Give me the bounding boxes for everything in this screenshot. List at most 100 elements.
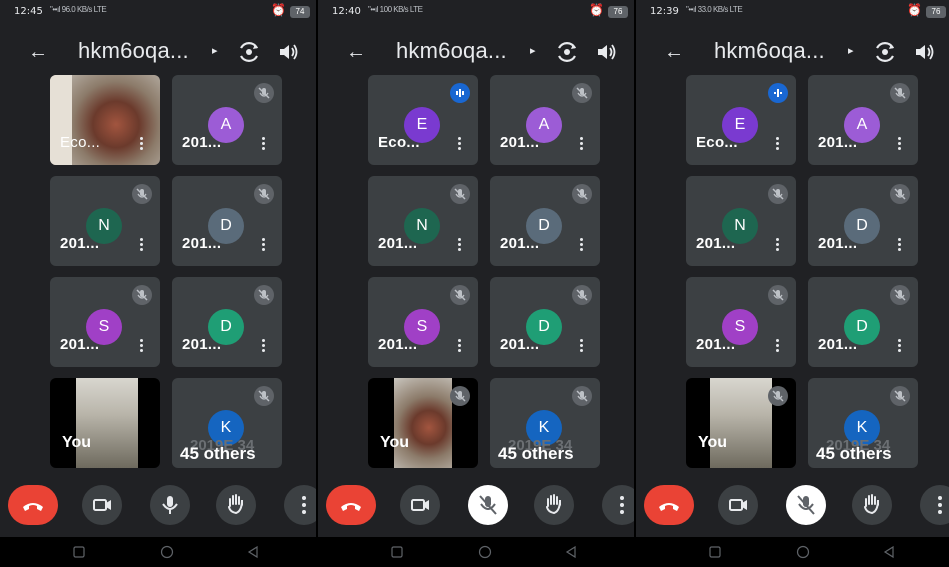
participant-tile[interactable]: A 201...	[172, 75, 282, 165]
camera-button[interactable]	[400, 485, 440, 525]
more-options-icon[interactable]	[896, 337, 902, 357]
recents-icon[interactable]	[708, 545, 722, 559]
chevron-right-icon[interactable]: ▸	[530, 44, 536, 57]
meeting-title[interactable]: hkm6oqa...	[78, 38, 189, 64]
participant-tile[interactable]: N 201...	[368, 176, 478, 266]
more-options-button[interactable]	[920, 485, 949, 525]
self-video-tile[interactable]: You	[368, 378, 478, 468]
back-nav-icon[interactable]	[882, 545, 896, 559]
others-count: 45 others	[180, 444, 256, 463]
more-options-icon[interactable]	[260, 337, 266, 357]
mic-button[interactable]	[786, 485, 826, 525]
more-options-icon[interactable]	[578, 337, 584, 357]
meeting-title[interactable]: hkm6oqa...	[714, 38, 825, 64]
participant-tile[interactable]: S 201...	[686, 277, 796, 367]
meeting-title[interactable]: hkm6oqa...	[396, 38, 507, 64]
more-vert-icon	[620, 496, 624, 514]
participant-tile[interactable]: A 201...	[490, 75, 600, 165]
camera-button[interactable]	[82, 485, 122, 525]
participant-tile[interactable]: D 201...	[490, 277, 600, 367]
back-nav-icon[interactable]	[564, 545, 578, 559]
mic-off-icon	[890, 184, 910, 204]
participant-tile[interactable]: S 201...	[368, 277, 478, 367]
more-options-icon[interactable]	[138, 236, 144, 256]
mic-off-icon	[450, 184, 470, 204]
more-options-icon[interactable]	[896, 236, 902, 256]
self-video-tile[interactable]: You	[686, 378, 796, 468]
chevron-right-icon[interactable]: ▸	[848, 44, 854, 57]
battery-level: 74	[290, 6, 310, 18]
participant-tile[interactable]: D 201...	[808, 176, 918, 266]
more-options-button[interactable]	[602, 485, 634, 525]
more-options-icon[interactable]	[138, 135, 144, 155]
participant-tile[interactable]: A 201...	[808, 75, 918, 165]
more-options-icon[interactable]	[456, 337, 462, 357]
more-options-icon[interactable]	[578, 236, 584, 256]
meeting-header: ← hkm6oqa... ▸	[318, 36, 634, 72]
participant-tile-speaking[interactable]: E Eco...	[686, 75, 796, 165]
home-icon[interactable]	[796, 545, 810, 559]
mic-button[interactable]	[468, 485, 508, 525]
switch-camera-icon[interactable]	[872, 39, 898, 65]
end-call-button[interactable]	[644, 485, 694, 525]
end-call-button[interactable]	[8, 485, 58, 525]
others-tile[interactable]: K 2019E 34 45 others	[808, 378, 918, 468]
more-options-icon[interactable]	[456, 236, 462, 256]
system-nav-bar	[0, 537, 316, 567]
more-options-icon[interactable]	[774, 236, 780, 256]
back-nav-icon[interactable]	[246, 545, 260, 559]
home-icon[interactable]	[160, 545, 174, 559]
more-options-icon[interactable]	[456, 135, 462, 155]
speaker-icon[interactable]	[912, 40, 936, 64]
more-options-icon[interactable]	[260, 135, 266, 155]
home-icon[interactable]	[478, 545, 492, 559]
more-vert-icon	[302, 496, 306, 514]
mic-icon	[162, 496, 178, 514]
participant-tile[interactable]: D 201...	[172, 176, 282, 266]
more-options-icon[interactable]	[774, 337, 780, 357]
status-time: 12:40	[332, 6, 361, 17]
chevron-right-icon[interactable]: ▸	[212, 44, 218, 57]
mic-button[interactable]	[150, 485, 190, 525]
participant-tile[interactable]: S 201...	[50, 277, 160, 367]
hand-icon	[228, 494, 243, 515]
more-options-icon[interactable]	[774, 135, 780, 155]
end-call-button[interactable]	[326, 485, 376, 525]
participant-name: 201...	[378, 235, 418, 252]
speaker-icon[interactable]	[594, 40, 618, 64]
recents-icon[interactable]	[390, 545, 404, 559]
switch-camera-icon[interactable]	[554, 39, 580, 65]
participant-tile[interactable]: D 201...	[490, 176, 600, 266]
self-video-tile[interactable]: You	[50, 378, 160, 468]
more-options-icon[interactable]	[578, 135, 584, 155]
participant-tile[interactable]: N 201...	[50, 176, 160, 266]
self-label: You	[62, 434, 92, 451]
participant-tile-video[interactable]: Eco...	[50, 75, 160, 165]
more-options-icon[interactable]	[138, 337, 144, 357]
back-arrow-icon[interactable]: ←	[346, 40, 370, 64]
camera-button[interactable]	[718, 485, 758, 525]
mic-off-icon	[572, 83, 592, 103]
back-arrow-icon[interactable]: ←	[664, 40, 688, 64]
more-options-icon[interactable]	[260, 236, 266, 256]
recents-icon[interactable]	[72, 545, 86, 559]
others-tile[interactable]: K 2019E 34 45 others	[172, 378, 282, 468]
participant-tile[interactable]: N 201...	[686, 176, 796, 266]
mic-off-icon	[572, 285, 592, 305]
others-tile[interactable]: K 2019E 34 45 others	[490, 378, 600, 468]
participant-tile[interactable]: D 201...	[808, 277, 918, 367]
participant-name: 201...	[60, 235, 100, 252]
raise-hand-button[interactable]	[216, 485, 256, 525]
back-arrow-icon[interactable]: ←	[28, 40, 52, 64]
self-video-frame	[76, 378, 138, 468]
participant-tile-speaking[interactable]: E Eco...	[368, 75, 478, 165]
switch-camera-icon[interactable]	[236, 39, 262, 65]
more-options-button[interactable]	[284, 485, 316, 525]
raise-hand-button[interactable]	[852, 485, 892, 525]
participant-name: Eco...	[378, 134, 420, 151]
raise-hand-button[interactable]	[534, 485, 574, 525]
speaker-icon[interactable]	[276, 40, 300, 64]
participant-tile[interactable]: D 201...	[172, 277, 282, 367]
system-nav-bar	[318, 537, 634, 567]
more-options-icon[interactable]	[896, 135, 902, 155]
